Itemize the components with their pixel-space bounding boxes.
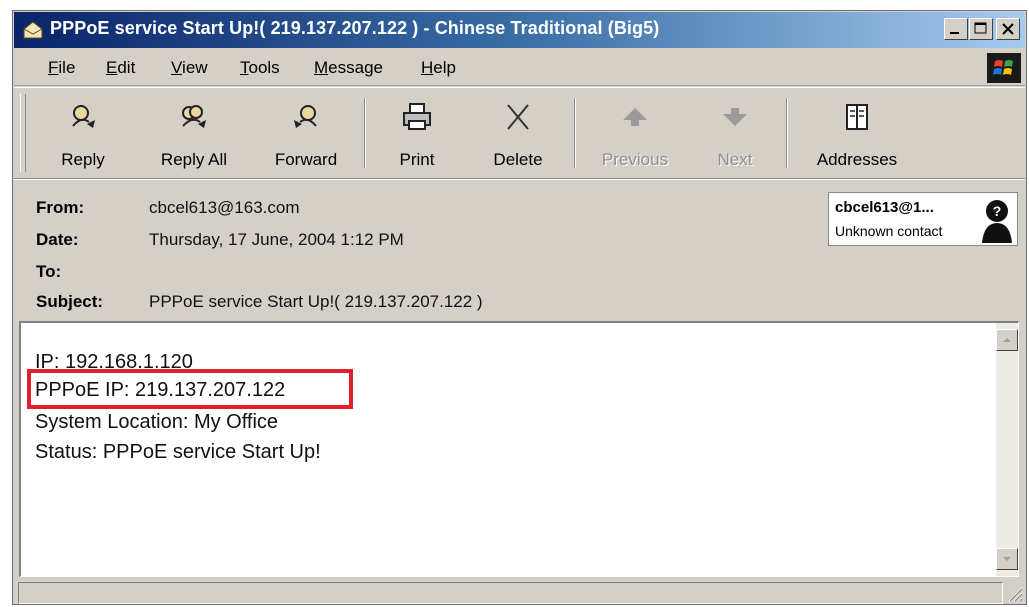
from-label: From: — [36, 198, 85, 217]
status-bar — [14, 579, 1025, 604]
forward-button[interactable]: Forward — [254, 88, 358, 178]
printer-icon — [403, 103, 431, 130]
close-button[interactable] — [996, 18, 1020, 40]
highlight-box — [27, 369, 353, 409]
reply-all-button[interactable]: Reply All — [142, 88, 246, 178]
subject-label: Subject: — [36, 292, 104, 311]
contact-status: Unknown contact — [835, 223, 943, 239]
menu-bar: File Edit View Tools Message Help — [14, 51, 1025, 86]
address-book-icon — [846, 104, 868, 130]
delete-x-icon — [507, 104, 529, 130]
contact-card[interactable]: cbcel613@1... Unknown contact ? — [828, 192, 1018, 246]
toolbar-grip[interactable] — [20, 94, 26, 172]
body-line-status: Status: PPPoE service Start Up! — [35, 441, 321, 463]
resize-grip-icon[interactable] — [1005, 584, 1023, 602]
message-window: PPPoE service Start Up!( 219.137.207.122… — [12, 10, 1027, 605]
toolbar: Reply Reply All Forward Print Delete Pre… — [14, 87, 1025, 179]
minimize-button[interactable] — [944, 18, 968, 40]
from-value[interactable]: cbcel613@163.com — [149, 198, 300, 218]
toolbar-separator — [364, 98, 366, 168]
toolbar-separator — [574, 98, 576, 168]
envelope-icon — [23, 21, 43, 39]
previous-button[interactable]: Previous — [590, 88, 680, 178]
reply-button[interactable]: Reply — [38, 88, 128, 178]
toolbar-separator — [786, 98, 788, 168]
svg-text:?: ? — [993, 203, 1002, 219]
menu-message[interactable]: Message — [314, 58, 383, 78]
menu-edit[interactable]: Edit — [106, 58, 135, 78]
maximize-button[interactable] — [969, 18, 993, 40]
body-line-location: System Location: My Office — [35, 411, 279, 433]
status-pane — [18, 582, 1003, 604]
menu-file[interactable]: File — [48, 58, 75, 78]
menu-tools[interactable]: Tools — [240, 58, 280, 78]
menu-view[interactable]: View — [171, 58, 208, 78]
reply-all-icon — [182, 105, 206, 128]
delete-button[interactable]: Delete — [476, 88, 560, 178]
menu-help[interactable]: Help — [421, 58, 456, 78]
subject-value: PPPoE service Start Up!( 219.137.207.122… — [149, 292, 483, 311]
unknown-contact-avatar-icon: ? — [982, 200, 1012, 243]
up-arrow-icon — [623, 108, 647, 126]
down-arrow-icon — [723, 108, 747, 126]
title-bar[interactable]: PPPoE service Start Up!( 219.137.207.122… — [14, 12, 1025, 48]
addresses-button[interactable]: Addresses — [802, 88, 912, 178]
message-header: From: cbcel613@163.com Date: Thursday, 1… — [14, 179, 1025, 320]
date-value: Thursday, 17 June, 2004 1:12 PM — [149, 230, 404, 249]
next-button[interactable]: Next — [694, 88, 776, 178]
scroll-down-button[interactable] — [996, 548, 1018, 570]
print-button[interactable]: Print — [376, 88, 458, 178]
to-label: To: — [36, 262, 62, 281]
vertical-scrollbar[interactable] — [996, 323, 1018, 576]
scroll-up-button[interactable] — [996, 329, 1018, 351]
window-title: PPPoE service Start Up!( 219.137.207.122… — [50, 18, 660, 38]
windows-logo-icon — [987, 53, 1021, 83]
message-body[interactable]: IP: 192.168.1.120 PPPoE IP: 219.137.207.… — [19, 321, 1019, 577]
date-label: Date: — [36, 230, 79, 249]
contact-name: cbcel613@1... — [835, 199, 934, 216]
reply-icon — [72, 105, 95, 128]
forward-icon — [294, 105, 317, 128]
